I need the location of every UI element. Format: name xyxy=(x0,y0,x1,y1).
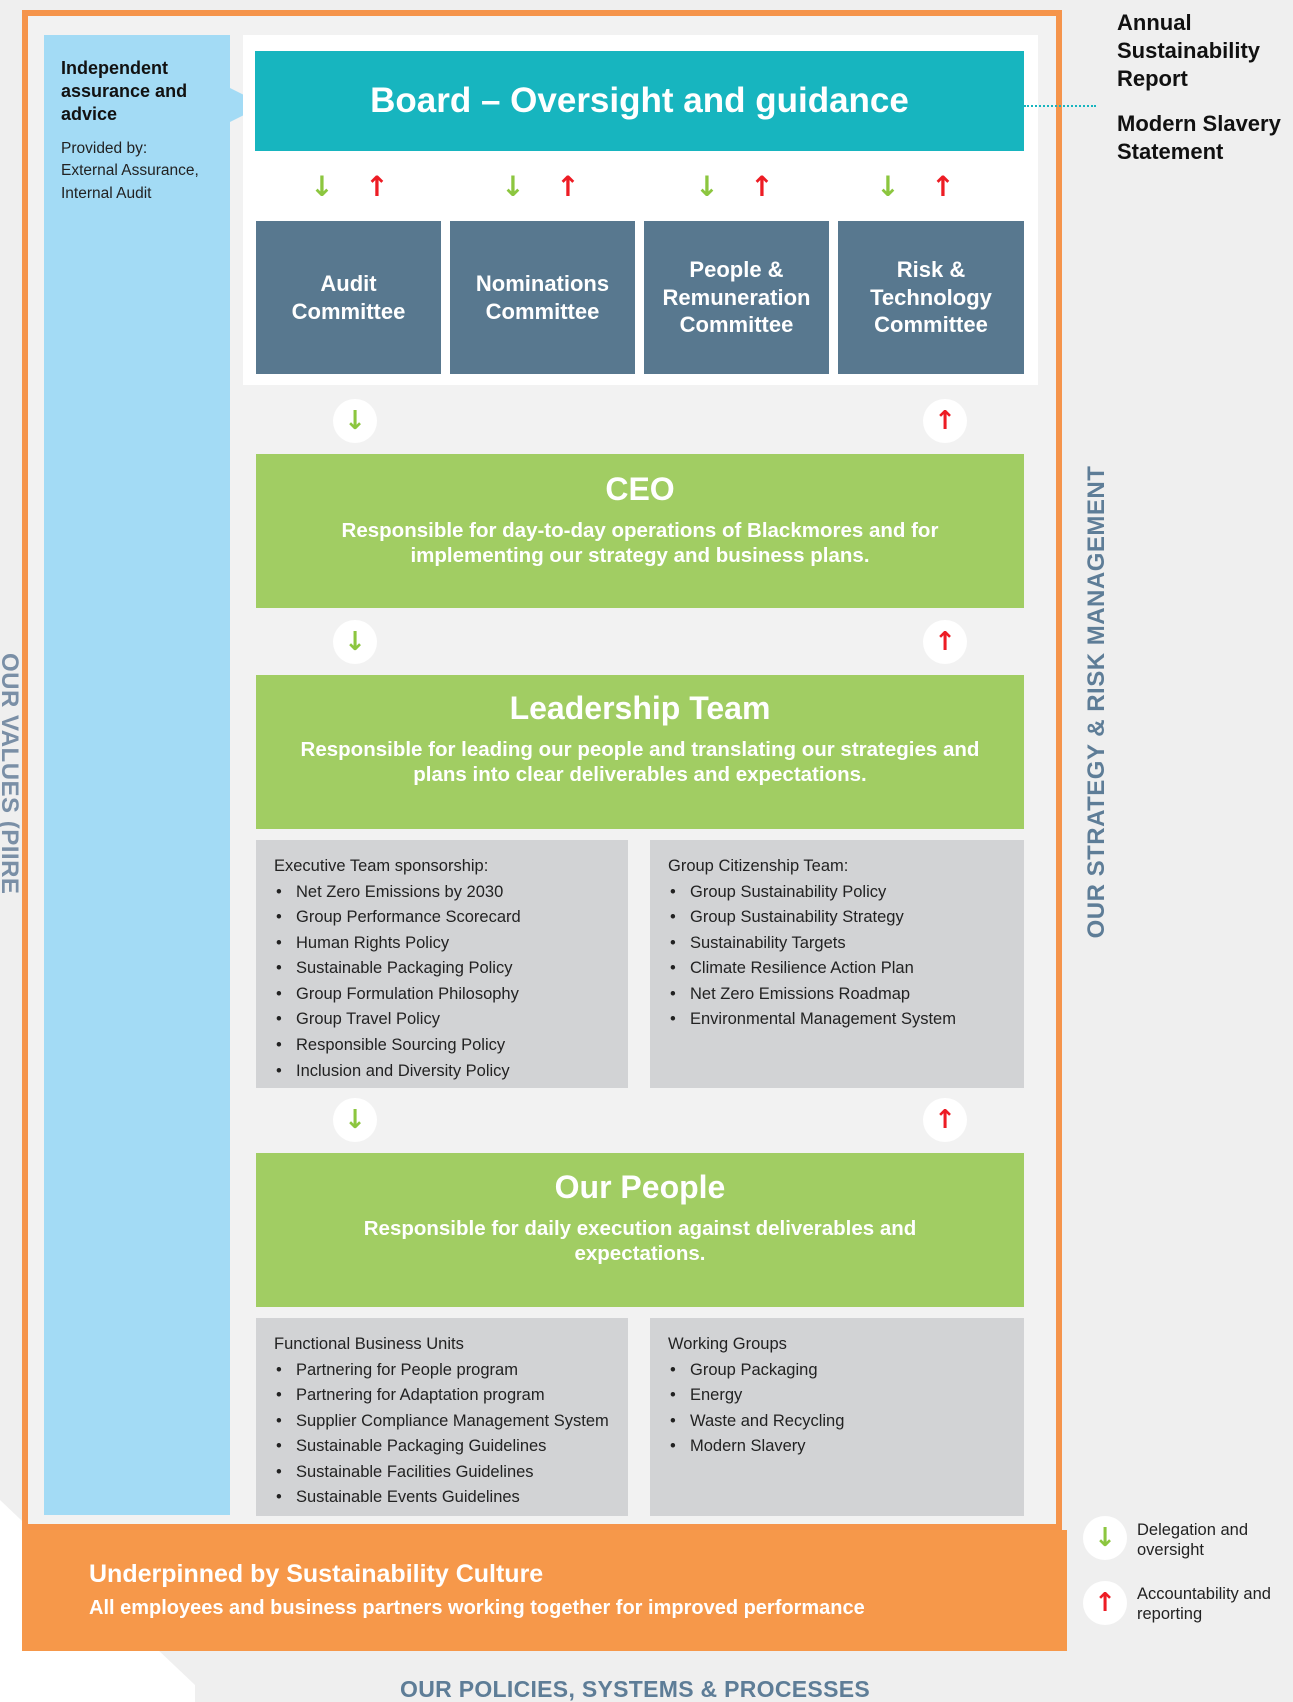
arrow-down-icon: ↓ xyxy=(501,170,525,203)
arrow-down-icon: ↓ xyxy=(333,399,377,443)
list-item: Sustainable Packaging Policy xyxy=(274,956,614,982)
working-groups-list: Group Packaging Energy Waste and Recycli… xyxy=(668,1358,1010,1460)
legend-arrow-down-icon: ↓ xyxy=(1083,1516,1127,1560)
list-item: Human Rights Policy xyxy=(274,931,614,957)
culture-subtitle: All employees and business partners work… xyxy=(89,1597,865,1619)
policies-label: OUR POLICIES, SYSTEMS & PROCESSES xyxy=(400,1676,870,1702)
people-remuneration-committee: People & Remuneration Committee xyxy=(644,221,829,374)
our-people-description: Responsible for daily execution against … xyxy=(363,1217,917,1265)
business-units-heading: Functional Business Units xyxy=(274,1335,464,1353)
assurance-column xyxy=(44,35,230,1515)
list-item: Sustainable Packaging Guidelines xyxy=(274,1434,614,1460)
list-item: Waste and Recycling xyxy=(668,1409,1010,1435)
arrow-up-icon: ↑ xyxy=(556,170,580,203)
ceo-description: Responsible for day-to-day operations of… xyxy=(341,519,939,567)
culture-title: Underpinned by Sustainability Culture xyxy=(89,1560,544,1588)
list-item: Responsible Sourcing Policy xyxy=(274,1033,614,1059)
list-item: Net Zero Emissions by 2030 xyxy=(274,880,614,906)
assurance-title: Independent assurance and advice xyxy=(61,58,188,124)
arrow-down-icon: ↓ xyxy=(333,1098,377,1142)
list-item: Sustainability Targets xyxy=(668,931,1010,957)
business-units-list: Partnering for People program Partnering… xyxy=(274,1358,614,1511)
business-units-box: Functional Business Units Partnering for… xyxy=(256,1318,628,1516)
ceo-title: CEO xyxy=(605,471,675,507)
arrow-down-icon: ↓ xyxy=(695,170,719,203)
list-item: Group Travel Policy xyxy=(274,1007,614,1033)
arrow-up-icon: ↑ xyxy=(365,170,389,203)
list-item: Partnering for Adaptation program xyxy=(274,1383,614,1409)
arrow-down-icon: ↓ xyxy=(310,170,334,203)
our-people-box: Our People Responsible for daily executi… xyxy=(256,1153,1024,1307)
list-item: Group Formulation Philosophy xyxy=(274,982,614,1008)
arrow-up-icon: ↑ xyxy=(750,170,774,203)
list-item: Climate Resilience Action Plan xyxy=(668,956,1010,982)
risk-technology-committee: Risk & Technology Committee xyxy=(838,221,1024,374)
strategy-label: OUR STRATEGY & RISK MANAGEMENT xyxy=(1083,465,1110,939)
list-item: Partnering for People program xyxy=(274,1358,614,1384)
list-item: Inclusion and Diversity Policy xyxy=(274,1059,614,1085)
working-groups-heading: Working Groups xyxy=(668,1335,787,1353)
governance-diagram: OUR VALUES (PIIRES) Independent assuranc… xyxy=(0,0,1293,1702)
arrow-down-icon: ↓ xyxy=(333,620,377,664)
arrow-down-icon: ↓ xyxy=(876,170,900,203)
arrow-up-icon: ↑ xyxy=(923,620,967,664)
list-item: Supplier Compliance Management System xyxy=(274,1409,614,1435)
annual-sustainability-report: Annual Sustainability Report xyxy=(1117,10,1261,91)
board-title: Board – Oversight and guidance xyxy=(370,81,909,120)
arrow-up-icon: ↑ xyxy=(923,399,967,443)
list-item: Sustainable Events Guidelines xyxy=(274,1485,614,1511)
leadership-box: Leadership Team Responsible for leading … xyxy=(256,675,1024,829)
citizenship-team-box: Group Citizenship Team: Group Sustainabi… xyxy=(650,840,1024,1088)
modern-slavery-statement: Modern Slavery Statement xyxy=(1117,111,1281,164)
legend-delegation: Delegation and oversight xyxy=(1137,1521,1249,1560)
list-item: Modern Slavery xyxy=(668,1434,1010,1460)
arrow-up-icon: ↑ xyxy=(931,170,955,203)
values-label: OUR VALUES (PIIRES) xyxy=(0,653,23,893)
list-item: Net Zero Emissions Roadmap xyxy=(668,982,1010,1008)
assurance-text: Provided by: External Assurance, Interna… xyxy=(61,138,226,205)
audit-committee: Audit Committee xyxy=(256,221,441,374)
report-connector xyxy=(1024,105,1096,107)
working-groups-box: Working Groups Group Packaging Energy Wa… xyxy=(650,1318,1024,1516)
list-item: Group Sustainability Policy xyxy=(668,880,1010,906)
list-item: Group Packaging xyxy=(668,1358,1010,1384)
list-item: Group Sustainability Strategy xyxy=(668,905,1010,931)
citizenship-team-heading: Group Citizenship Team: xyxy=(668,857,849,875)
legend-accountability: Accountability and reporting xyxy=(1137,1585,1271,1624)
legend-arrow-up-icon: ↑ xyxy=(1083,1581,1127,1625)
nominations-committee: Nominations Committee xyxy=(450,221,635,374)
leadership-description: Responsible for leading our people and t… xyxy=(300,738,980,786)
leadership-title: Leadership Team xyxy=(509,690,771,726)
list-item: Environmental Management System xyxy=(668,1007,1010,1033)
list-item: Sustainable Facilities Guidelines xyxy=(274,1460,614,1486)
our-people-title: Our People xyxy=(554,1169,726,1205)
assurance-providers: External Assurance, Internal Audit xyxy=(61,162,199,202)
executive-sponsorship-heading: Executive Team sponsorship: xyxy=(274,857,489,875)
ceo-box: CEO Responsible for day-to-day operation… xyxy=(256,454,1024,608)
assurance-provided-by: Provided by: xyxy=(61,140,148,157)
board-box: Board – Oversight and guidance xyxy=(255,51,1024,151)
citizenship-team-list: Group Sustainability Policy Group Sustai… xyxy=(668,880,1010,1033)
executive-sponsorship-box: Executive Team sponsorship: Net Zero Emi… xyxy=(256,840,628,1088)
culture-bar: Underpinned by Sustainability Culture Al… xyxy=(22,1530,1067,1651)
list-item: Energy xyxy=(668,1383,1010,1409)
list-item: Group Performance Scorecard xyxy=(274,905,614,931)
arrow-up-icon: ↑ xyxy=(923,1098,967,1142)
executive-sponsorship-list: Net Zero Emissions by 2030 Group Perform… xyxy=(274,880,614,1085)
